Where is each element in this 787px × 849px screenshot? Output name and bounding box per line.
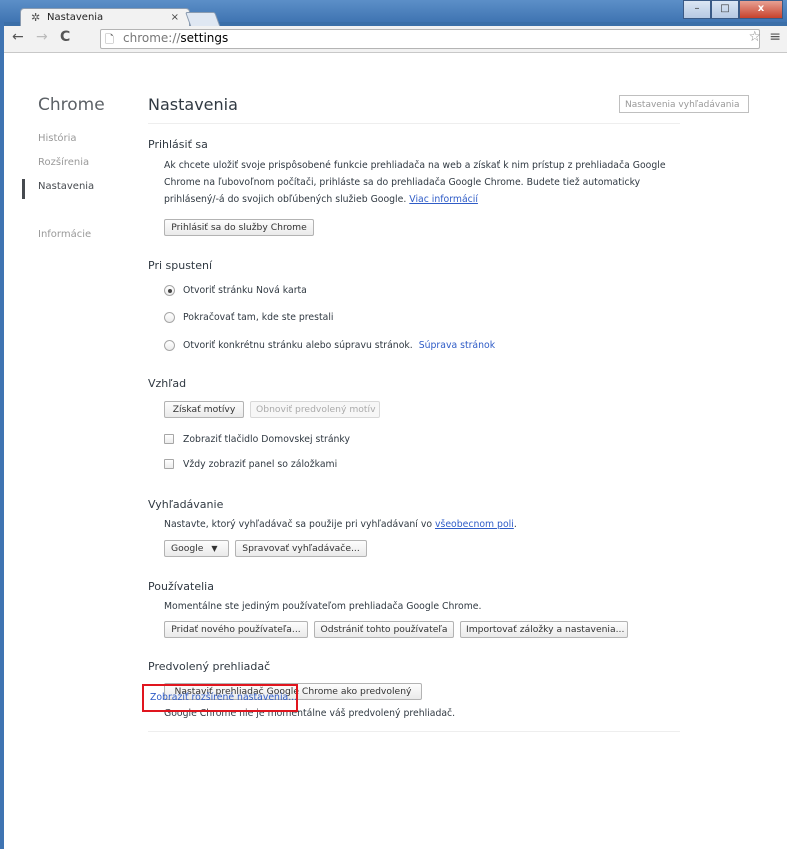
- signin-description: Ak chcete uložiť svoje prispôsobené funk…: [164, 160, 666, 205]
- tab-settings[interactable]: ✲ Nastavenia ×: [20, 8, 190, 27]
- section-title-signin: Prihlásiť sa: [148, 138, 208, 151]
- remove-user-button[interactable]: Odstrániť tohto používateľa: [314, 621, 454, 638]
- section-title-appearance: Vzhľad: [148, 377, 187, 390]
- section-title-users: Používatelia: [148, 580, 214, 593]
- tab-title: Nastavenia: [47, 12, 104, 23]
- radio-button[interactable]: [164, 312, 175, 323]
- forward-arrow-icon[interactable]: →: [36, 29, 48, 45]
- signin-button[interactable]: Prihlásiť sa do služby Chrome: [164, 219, 314, 236]
- browser-window: ✲ Nastavenia × – □ x ← → C 🗋 chrome://se…: [0, 0, 787, 849]
- checkbox[interactable]: [164, 459, 174, 469]
- tab-close-icon[interactable]: ×: [171, 9, 179, 27]
- settings-page: Chrome História Rozšírenia Nastavenia In…: [4, 53, 787, 849]
- search-description: Nastavte, ktorý vyhľadávač sa použije pr…: [164, 519, 517, 530]
- learn-more-link[interactable]: Viac informácií: [409, 194, 478, 205]
- search-engine-select[interactable]: Google ▼: [164, 540, 229, 557]
- users-description: Momentálne ste jediným používateľom preh…: [164, 601, 482, 612]
- browser-toolbar: ← → C 🗋 chrome://settings ☆ ≡: [4, 26, 787, 53]
- dropdown-arrow-icon: ▼: [211, 544, 218, 553]
- active-indicator: [22, 179, 25, 199]
- section-title-startup: Pri spustení: [148, 259, 213, 272]
- show-advanced-settings-link[interactable]: Zobraziť rozšírené nastavenia...: [150, 692, 297, 703]
- bookmark-star-icon[interactable]: ☆: [748, 29, 761, 45]
- close-button[interactable]: x: [739, 0, 783, 19]
- set-pages-link[interactable]: Súprava stránok: [419, 340, 495, 351]
- settings-search-input[interactable]: Nastavenia vyhľadávania: [619, 95, 749, 113]
- divider: [148, 123, 680, 124]
- sidebar-item-about[interactable]: Informácie: [38, 229, 91, 240]
- reload-icon[interactable]: C: [60, 29, 70, 45]
- radio-button[interactable]: [164, 285, 175, 296]
- maximize-button[interactable]: □: [711, 0, 739, 19]
- minimize-button[interactable]: –: [683, 0, 711, 19]
- checkbox[interactable]: [164, 434, 174, 444]
- sidebar-item-history[interactable]: História: [38, 133, 77, 144]
- reset-theme-button[interactable]: Obnoviť predvolený motív: [250, 401, 380, 418]
- omnibox-link[interactable]: všeobecnom poli: [435, 519, 514, 530]
- radio-button[interactable]: [164, 340, 175, 351]
- address-bar[interactable]: 🗋 chrome://settings ☆: [100, 29, 761, 49]
- get-themes-button[interactable]: Získať motívy: [164, 401, 244, 418]
- window-controls: – □ x: [683, 0, 783, 19]
- section-title-search: Vyhľadávanie: [148, 498, 224, 511]
- page-title: Nastavenia: [148, 95, 238, 114]
- url-text[interactable]: chrome://settings: [123, 31, 228, 45]
- add-user-button[interactable]: Pridať nového používateľa...: [164, 621, 308, 638]
- sidebar-item-extensions[interactable]: Rozšírenia: [38, 157, 89, 168]
- gear-icon: ✲: [31, 11, 41, 24]
- manage-search-engines-button[interactable]: Spravovať vyhľadávače...: [235, 540, 367, 557]
- import-bookmarks-button[interactable]: Importovať záložky a nastavenia...: [460, 621, 628, 638]
- section-title-default-browser: Predvolený prehliadač: [148, 660, 271, 673]
- back-arrow-icon[interactable]: ←: [12, 29, 24, 45]
- menu-icon[interactable]: ≡: [769, 29, 781, 45]
- page-icon: 🗋: [105, 33, 114, 46]
- sidebar-item-settings[interactable]: Nastavenia: [38, 181, 94, 192]
- divider: [148, 731, 680, 732]
- sidebar-title: Chrome: [38, 95, 105, 115]
